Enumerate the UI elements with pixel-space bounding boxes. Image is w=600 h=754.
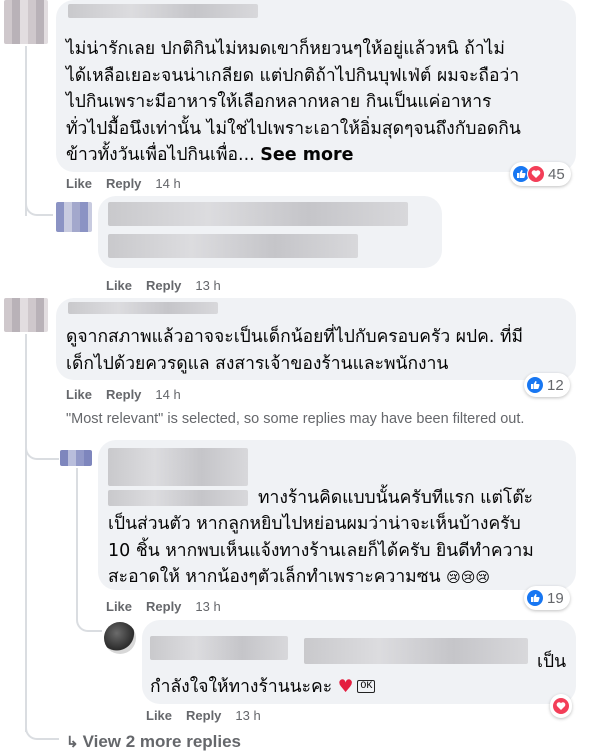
comment-text: ไม่น่ารักเลย ปกติกินไม่หมดเขาก็หยวนๆให้อ… <box>66 36 521 169</box>
reply-button[interactable]: Reply <box>146 278 181 293</box>
comment-line: 10 ชิ้น หากพบเห็นแจ้งทางร้านเลยก็ได้ครับ… <box>108 540 534 561</box>
comment-line: กำลังใจให้ทางร้านนะคะ <box>150 677 333 697</box>
reaction-count: 45 <box>548 165 565 183</box>
reaction-summary[interactable]: 19 <box>524 586 570 610</box>
view-more-label: View 2 more replies <box>82 732 242 751</box>
reply-button[interactable]: Reply <box>106 387 141 402</box>
love-reaction-icon <box>552 697 570 715</box>
comment-actions: Like Reply 14 h <box>66 387 181 402</box>
comment-line: ข้าวทั้งวันเพื่อไปกินเพื่อ... <box>66 145 255 165</box>
timestamp[interactable]: 14 h <box>155 176 180 191</box>
see-more-link[interactable]: See more <box>260 145 353 165</box>
comment-actions: Like Reply 13 h <box>106 278 221 293</box>
timestamp[interactable]: 13 h <box>195 599 220 614</box>
author-name-blurred[interactable] <box>108 202 408 226</box>
avatar[interactable] <box>104 622 136 654</box>
comment-actions: Like Reply 13 h <box>106 599 221 614</box>
avatar[interactable] <box>4 298 48 332</box>
reaction-summary[interactable]: 45 <box>510 162 571 186</box>
like-button[interactable]: Like <box>66 387 92 402</box>
like-button[interactable]: Like <box>106 599 132 614</box>
comment-actions: Like Reply 14 h <box>66 176 181 191</box>
thread-line <box>76 468 78 618</box>
comment-text: กำลังใจให้ทางร้านนะคะ ♥ OK <box>150 674 376 701</box>
crying-emoji: 😢😢😢 <box>446 570 490 586</box>
thread-connector <box>25 718 59 740</box>
reaction-count: 19 <box>547 589 564 607</box>
thread-connector <box>25 190 53 216</box>
comment-line: เป็น <box>537 652 567 672</box>
reaction-summary[interactable]: 12 <box>524 373 570 397</box>
love-reaction-icon <box>527 165 545 183</box>
comment-line: เป็นส่วนตัว หากลูกหยิบไปหย่อนผมว่าน่าจะเ… <box>108 514 521 534</box>
comment-text: ดูจากสภาพแล้วอาจจะเป็นเด็กน้อยที่ไปกับคร… <box>66 324 523 377</box>
reaction-summary[interactable] <box>550 694 572 718</box>
comment-bubble <box>98 196 442 268</box>
timestamp[interactable]: 13 h <box>235 708 260 723</box>
comment-text: เป็น <box>537 649 566 676</box>
timestamp[interactable]: 14 h <box>155 387 180 402</box>
comment-line: ทางร้านคิดแบบนั้นครับทีแรก แต่โต๊ะ <box>258 488 533 508</box>
heart-emoji: ♥ <box>337 677 354 697</box>
comment-line: ทั่วไปมื้อนึงเท่านั้น ไม่ใช่ไปเพราะเอาให… <box>66 118 521 139</box>
comment-text-blurred <box>108 234 358 258</box>
comment-line: ดูจากสภาพแล้วอาจจะเป็นเด็กน้อยที่ไปกับคร… <box>66 327 524 347</box>
reaction-count: 12 <box>547 376 564 394</box>
thread-line <box>25 334 27 732</box>
comment-actions: Like Reply 13 h <box>146 708 261 723</box>
author-name-blurred[interactable] <box>68 302 218 314</box>
reply-arrow-icon: ↳ <box>66 734 79 751</box>
filter-notice: "Most relevant" is selected, so some rep… <box>66 411 525 427</box>
avatar[interactable] <box>56 202 92 232</box>
avatar[interactable] <box>60 450 92 466</box>
like-button[interactable]: Like <box>146 708 172 723</box>
like-reaction-icon <box>526 376 544 394</box>
comment-line: ได้เหลือเยอะจนน่าเกลียด แต่ปกติถ้าไปกินบ… <box>66 65 520 86</box>
like-button[interactable]: Like <box>66 176 92 191</box>
author-name-blurred[interactable] <box>150 636 288 660</box>
reply-button[interactable]: Reply <box>146 599 181 614</box>
author-name-blurred[interactable] <box>108 448 248 486</box>
reply-button[interactable]: Reply <box>106 176 141 191</box>
avatar[interactable] <box>4 0 48 44</box>
view-more-replies-link[interactable]: ↳ View 2 more replies <box>66 732 241 752</box>
comment-text-blurred <box>304 638 528 664</box>
thread-connector <box>25 440 59 460</box>
comment-line: ไม่น่ารักเลย ปกติกินไม่หมดเขาก็หยวนๆให้อ… <box>66 39 505 59</box>
like-button[interactable]: Like <box>106 278 132 293</box>
ok-emoji: OK <box>357 680 376 693</box>
comment-line: เด็กไปด้วยควรดูแล สงสารเจ้าของร้านและพนั… <box>66 353 449 374</box>
timestamp[interactable]: 13 h <box>195 278 220 293</box>
thread-connector <box>76 612 102 632</box>
comment-text: เป็นส่วนตัว หากลูกหยิบไปหย่อนผมว่าน่าจะเ… <box>108 511 534 592</box>
like-reaction-icon <box>526 589 544 607</box>
comment-text: ทางร้านคิดแบบนั้นครับทีแรก แต่โต๊ะ <box>258 485 533 512</box>
reply-button[interactable]: Reply <box>186 708 221 723</box>
comment-line: ไปกินเพราะมีอาหารให้เลือกหลากหลาย กินเป็… <box>66 92 492 112</box>
author-name-blurred[interactable] <box>68 4 258 18</box>
comment-line: สะอาดให้ หากน้องๆตัวเล็กทำเพราะความซน <box>108 567 441 587</box>
author-name-blurred <box>108 490 248 506</box>
